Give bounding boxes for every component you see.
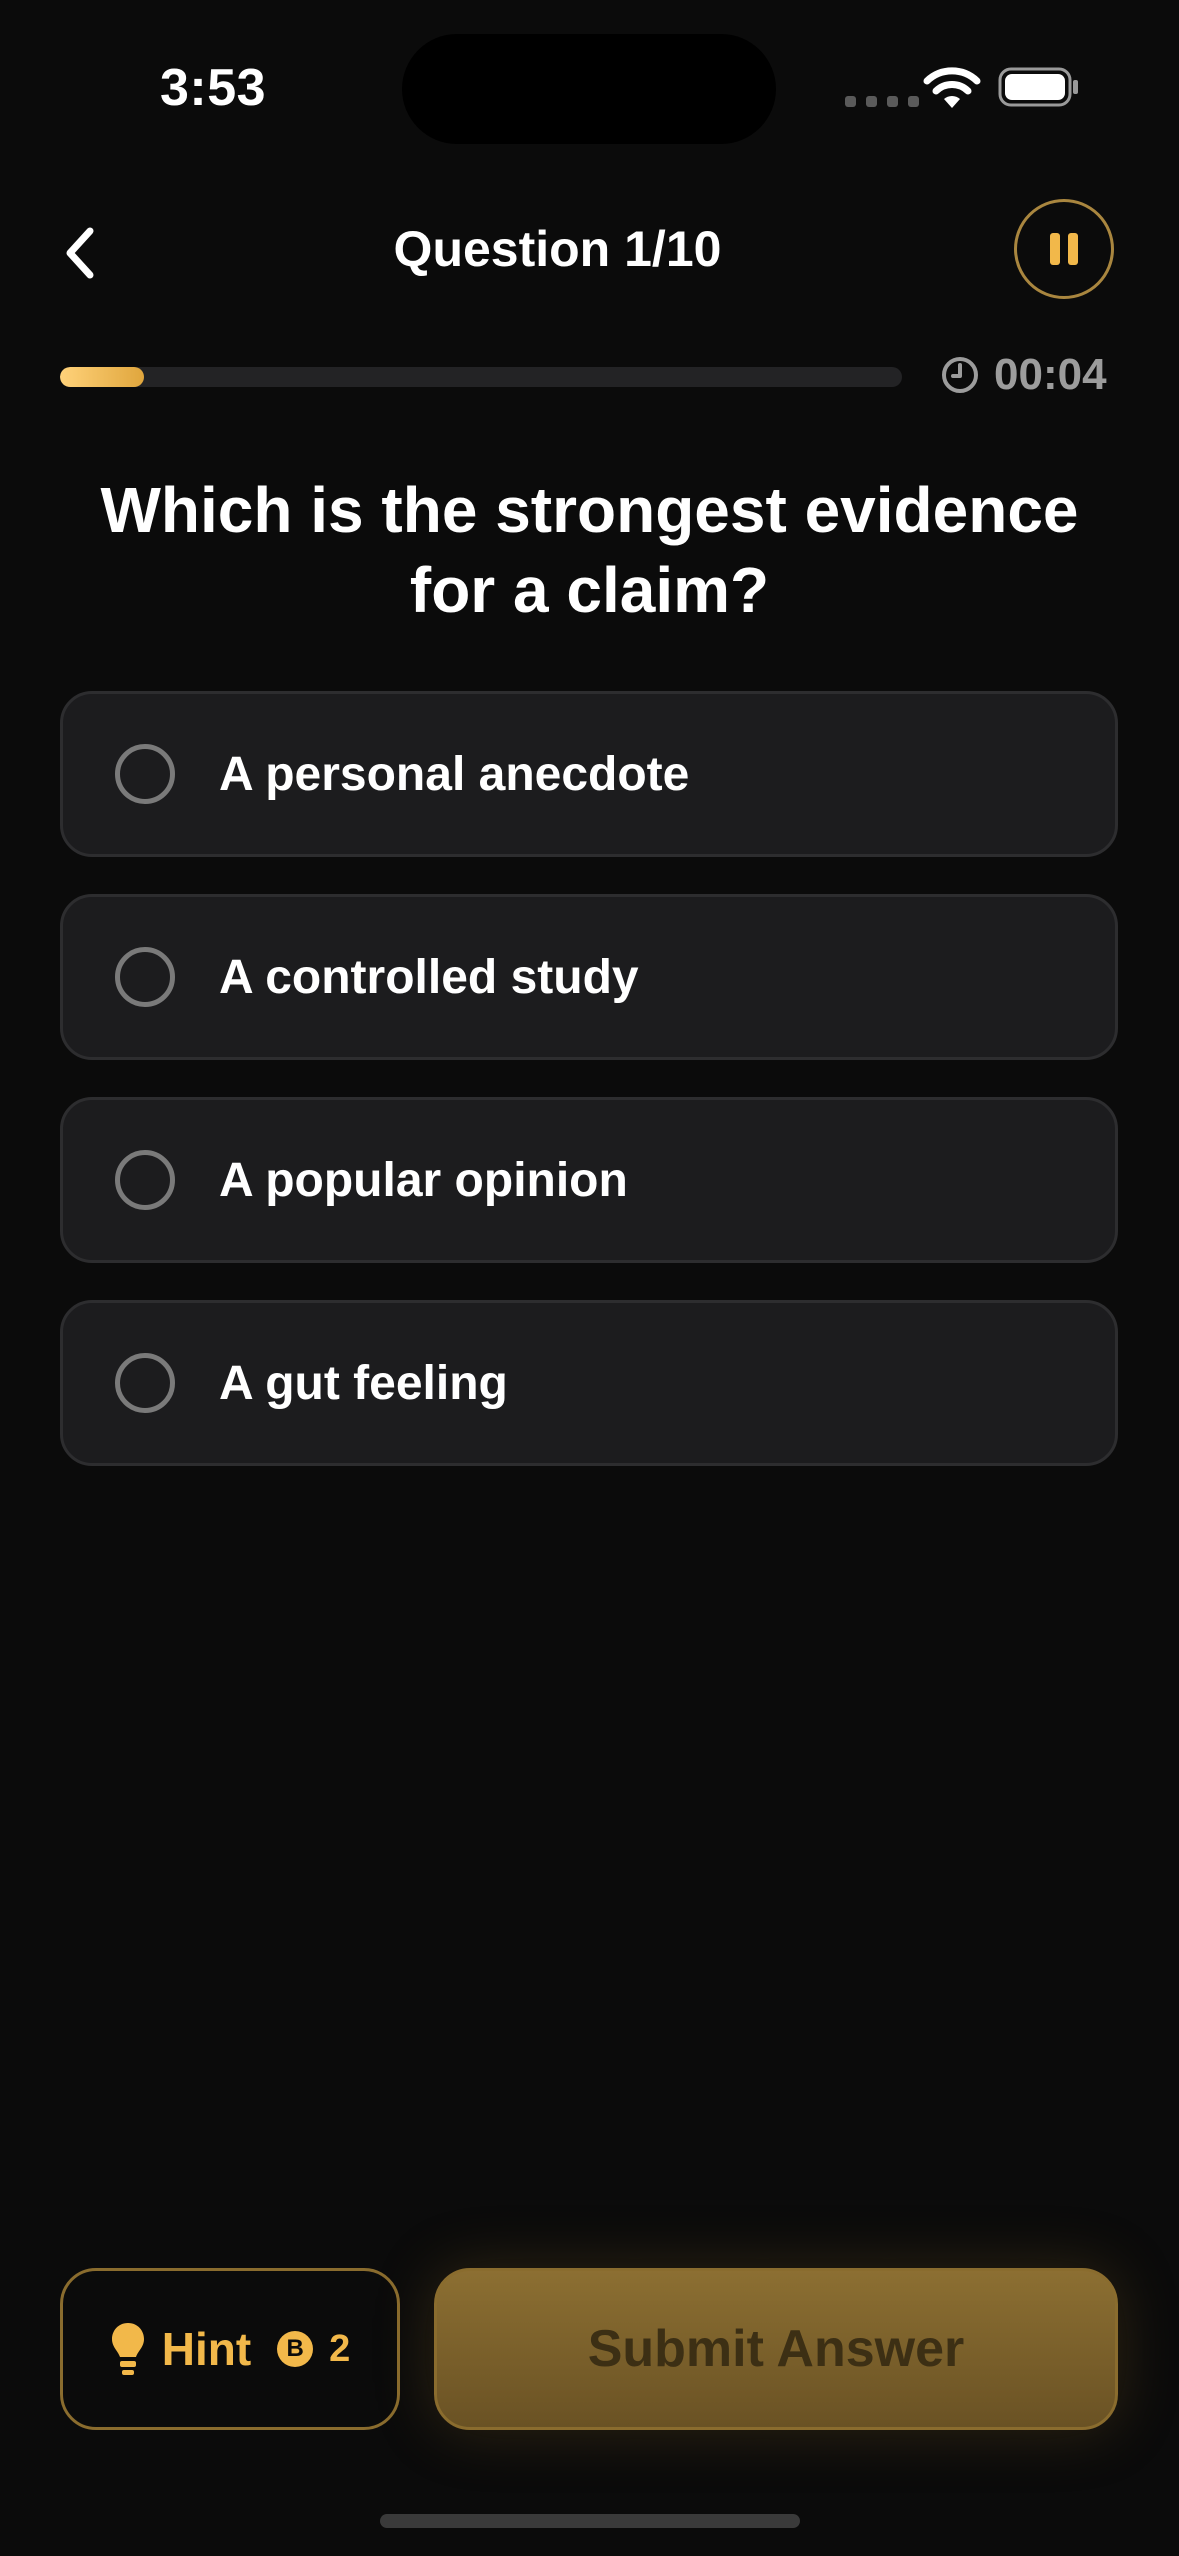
radio-circle-icon[interactable]	[115, 1150, 175, 1210]
lightbulb-icon	[111, 2323, 144, 2375]
answer-option-2[interactable]: A controlled study	[60, 894, 1118, 1060]
battery-icon	[998, 67, 1078, 107]
hint-label: Hint	[161, 2323, 252, 2375]
question-text: Which is the strongest evidence for a cl…	[100, 474, 1079, 626]
coin-icon: B	[277, 2331, 314, 2367]
answer-option-3[interactable]: A popular opinion	[60, 1097, 1118, 1263]
answer-option-4[interactable]: A gut feeling	[60, 1300, 1118, 1466]
timer: 00:04	[940, 350, 1107, 400]
answer-option-label: A gut feeling	[219, 1356, 508, 1410]
hint-button[interactable]: Hint B 2	[60, 2268, 400, 2430]
progress-fill	[60, 367, 145, 387]
radio-circle-icon[interactable]	[115, 947, 175, 1007]
timer-value: 00:04	[994, 350, 1107, 399]
question-progress-bar	[60, 367, 902, 387]
wifi-icon	[923, 67, 981, 108]
radio-circle-icon[interactable]	[115, 1353, 175, 1413]
dynamic-island	[402, 34, 776, 144]
page-title: Question 1/10	[393, 221, 722, 277]
home-indicator	[380, 2514, 800, 2528]
status-time: 3:53	[160, 59, 267, 117]
pause-button[interactable]	[1014, 199, 1114, 299]
hint-cost: 2	[329, 2327, 351, 2370]
submit-answer-button[interactable]: Submit Answer	[434, 2268, 1118, 2430]
answer-option-label: A popular opinion	[219, 1153, 628, 1207]
answer-option-label: A controlled study	[219, 950, 639, 1004]
clock-icon	[942, 357, 978, 393]
answer-option-label: A personal anecdote	[219, 747, 690, 801]
cellular-signal-icon	[845, 96, 919, 107]
answer-option-1[interactable]: A personal anecdote	[60, 691, 1118, 857]
radio-circle-icon[interactable]	[115, 744, 175, 804]
pause-icon	[1050, 233, 1078, 265]
